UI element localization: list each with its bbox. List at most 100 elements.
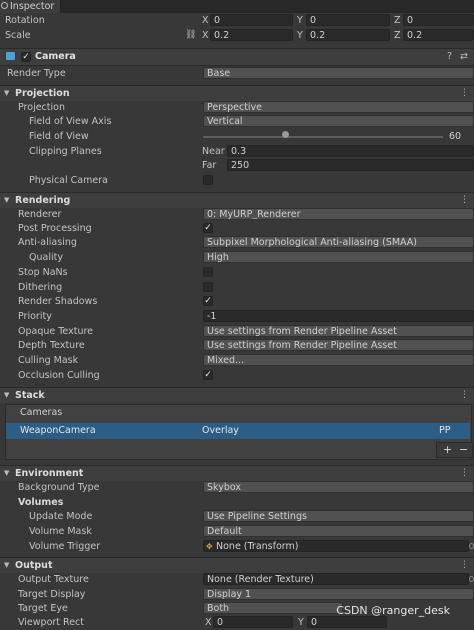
priority-row: Priority -1 (0, 309, 474, 324)
rotation-y-axis[interactable]: Y (297, 13, 303, 28)
output-section-header[interactable]: ▼ Output ⋮ (0, 557, 474, 573)
render-shadows-label: Render Shadows (18, 296, 98, 307)
anti-aliasing-row: Anti-aliasing Subpixel Morphological Ant… (0, 235, 474, 250)
target-eye-dropdown[interactable]: Both (203, 602, 343, 614)
depth-texture-row: Depth Texture Use settings from Render P… (0, 338, 474, 353)
chevron-down-icon: ▼ (4, 196, 10, 204)
render-type-dropdown[interactable]: Base (203, 67, 474, 79)
opaque-texture-dropdown[interactable]: Use settings from Render Pipeline Asset (203, 325, 474, 337)
rendering-section-header[interactable]: ▼ Rendering ⋮ (0, 192, 474, 208)
viewport-y-axis[interactable]: Y (298, 615, 304, 630)
target-display-dropdown[interactable]: Display 1 (203, 588, 474, 600)
stack-list-item[interactable]: WeaponCamera Overlay PP (6, 423, 470, 439)
projection-label: Projection (18, 102, 65, 113)
rotation-x-axis[interactable]: X (202, 13, 209, 28)
far-label: Far (202, 160, 217, 171)
menu-icon[interactable]: ⋮ (460, 193, 469, 208)
fov-value[interactable]: 60 (449, 129, 461, 144)
renderer-dropdown[interactable]: 0: MyURP_Renderer (203, 208, 474, 220)
scale-y-field[interactable]: 0.2 (306, 29, 390, 41)
scale-z-axis[interactable]: Z (394, 28, 401, 43)
settings-icon[interactable]: ⇄ (460, 49, 468, 65)
post-processing-row: Post Processing ✓ (0, 221, 474, 236)
add-camera-button[interactable]: + (443, 443, 452, 457)
remove-camera-button[interactable]: − (459, 443, 468, 457)
dithering-checkbox[interactable] (203, 282, 213, 292)
physical-camera-checkbox[interactable] (203, 175, 213, 185)
scale-z-field[interactable]: 0.2 (403, 29, 474, 41)
viewport-x-axis[interactable]: X (205, 615, 212, 630)
help-icon[interactable]: ? (447, 49, 452, 65)
stack-section-header[interactable]: ▼ Stack ⋮ (0, 387, 474, 403)
output-texture-field[interactable]: None (Render Texture) (203, 573, 469, 585)
clipping-near-row: Clipping Planes Near 0.3 (0, 144, 474, 159)
occlusion-culling-checkbox[interactable]: ✓ (203, 370, 213, 380)
depth-texture-dropdown[interactable]: Use settings from Render Pipeline Asset (203, 339, 474, 351)
chevron-down-icon: ▼ (4, 391, 10, 399)
fov-slider-handle[interactable] (281, 131, 289, 138)
camera-component-header[interactable]: ✓ Camera ? ⇄ (0, 48, 474, 66)
volume-mask-label: Volume Mask (29, 526, 92, 537)
menu-icon[interactable]: ⋮ (460, 388, 469, 403)
menu-icon[interactable]: ⋮ (460, 466, 469, 481)
environment-section-header[interactable]: ▼ Environment ⋮ (0, 465, 474, 481)
link-icon[interactable]: ⛓ (185, 28, 196, 43)
camera-icon (6, 52, 15, 60)
object-picker-icon[interactable] (469, 576, 474, 582)
viewport-x-field[interactable]: 0 (213, 616, 293, 628)
far-field[interactable]: 250 (227, 159, 474, 171)
anti-aliasing-label: Anti-aliasing (18, 237, 77, 248)
culling-mask-row: Culling Mask Mixed... (0, 353, 474, 368)
rotation-z-axis[interactable]: Z (394, 13, 401, 28)
menu-icon[interactable]: ⋮ (460, 86, 469, 101)
output-section-title: Output (15, 560, 53, 571)
camera-enabled-checkbox[interactable]: ✓ (21, 52, 31, 62)
stack-item-name: WeaponCamera (20, 425, 96, 436)
clipping-far-row: Far 250 (0, 158, 474, 173)
tab-inspector[interactable]: Inspector (0, 0, 61, 13)
scale-x-axis[interactable]: X (202, 28, 209, 43)
watermark-text: CSDN @ranger_desk (336, 604, 450, 617)
update-mode-label: Update Mode (29, 511, 93, 522)
rotation-x-field[interactable]: 0 (210, 14, 293, 26)
background-type-dropdown[interactable]: Skybox (203, 481, 474, 493)
projection-dropdown[interactable]: Perspective (203, 101, 474, 113)
volume-trigger-field[interactable]: ✥ None (Transform) (203, 540, 469, 552)
near-label: Near (202, 146, 225, 157)
target-display-row: Target Display Display 1 (0, 587, 474, 602)
rotation-y-field[interactable]: 0 (306, 14, 390, 26)
culling-mask-dropdown[interactable]: Mixed... (203, 354, 474, 366)
priority-field[interactable]: -1 (203, 310, 474, 322)
stack-item-type: Overlay (202, 425, 239, 436)
update-mode-dropdown[interactable]: Use Pipeline Settings (203, 510, 474, 522)
quality-row: Quality High (0, 250, 474, 265)
anti-aliasing-dropdown[interactable]: Subpixel Morphological Anti-aliasing (SM… (203, 236, 474, 248)
renderer-row: Renderer 0: MyURP_Renderer (0, 207, 474, 222)
rendering-section-title: Rendering (15, 195, 71, 206)
renderer-label: Renderer (18, 209, 62, 220)
fov-axis-dropdown[interactable]: Vertical (203, 115, 474, 127)
projection-section-header[interactable]: ▼ Projection ⋮ (0, 85, 474, 101)
priority-label: Priority (18, 311, 52, 322)
object-picker-icon[interactable] (469, 543, 474, 549)
post-processing-checkbox[interactable]: ✓ (203, 223, 213, 233)
viewport-y-field[interactable]: 0 (307, 616, 387, 628)
render-shadows-checkbox[interactable]: ✓ (203, 296, 213, 306)
stop-nans-checkbox[interactable] (203, 267, 213, 277)
volume-mask-dropdown[interactable]: Default (203, 525, 474, 537)
scale-y-axis[interactable]: Y (297, 28, 303, 43)
culling-mask-label: Culling Mask (18, 355, 79, 366)
stack-section-title: Stack (15, 390, 45, 401)
menu-icon[interactable]: ⋮ (460, 558, 469, 573)
fov-slider-track[interactable] (203, 136, 443, 138)
target-display-label: Target Display (18, 589, 86, 600)
rotation-row: Rotation X 0 Y 0 Z 0 (0, 13, 474, 28)
output-texture-label: Output Texture (18, 574, 89, 585)
quality-dropdown[interactable]: High (203, 251, 474, 263)
near-field[interactable]: 0.3 (227, 145, 474, 157)
stack-item-tag: PP (439, 425, 451, 436)
rotation-z-field[interactable]: 0 (403, 14, 474, 26)
tab-bar (0, 0, 474, 13)
fov-axis-row: Field of View Axis Vertical (0, 114, 474, 129)
scale-x-field[interactable]: 0.2 (210, 29, 293, 41)
